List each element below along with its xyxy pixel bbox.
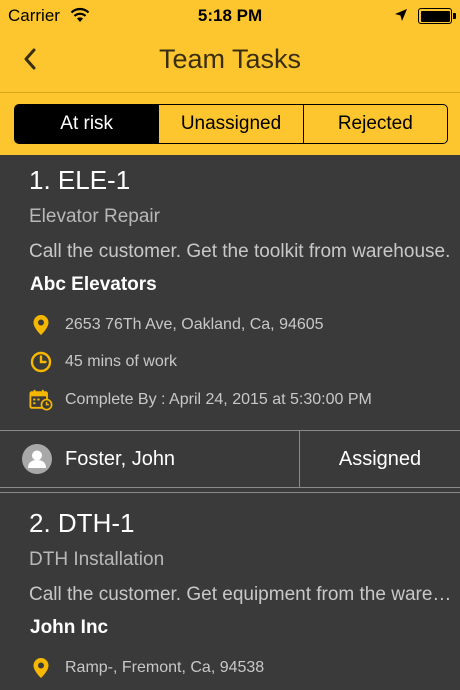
task-customer: Abc Elevators — [30, 274, 157, 295]
divider — [0, 92, 460, 93]
task-address: 2653 76Th Ave, Oakland, Ca, 94605 — [65, 316, 324, 333]
header: Carrier 5:18 PM Team Tasks At risk Unass… — [0, 0, 460, 155]
assignee-name: Foster, John — [65, 447, 176, 470]
task-description: Call the customer. Get equipment from th… — [29, 584, 454, 605]
task-customer: John Inc — [30, 617, 109, 638]
calendar-clock-icon — [29, 388, 53, 412]
tab-at-risk[interactable]: At risk — [15, 105, 159, 143]
page-title: Team Tasks — [158, 44, 302, 74]
task-address-row: Ramp-, Fremont, Ca, 94538 — [29, 656, 264, 680]
task-duration: 45 mins of work — [65, 353, 178, 370]
task-duration-row: 45 mins of work — [29, 350, 177, 374]
task-address-row: 2653 76Th Ave, Oakland, Ca, 94605 — [29, 313, 324, 337]
task-address: Ramp-, Fremont, Ca, 94538 — [65, 659, 265, 676]
task-description: Call the customer. Get the toolkit from … — [29, 241, 451, 262]
location-arrow-icon — [394, 7, 408, 27]
task-type: Elevator Repair — [29, 206, 160, 227]
status-time: 5:18 PM — [197, 6, 263, 25]
tab-rejected[interactable]: Rejected — [302, 105, 447, 143]
battery-icon — [418, 8, 456, 24]
task-type: DTH Installation — [29, 549, 165, 570]
location-pin-icon — [29, 313, 53, 337]
navigation-bar: Team Tasks — [0, 32, 460, 90]
task-title: 1. ELE-1 — [29, 165, 131, 195]
task-card[interactable]: 2. DTH-1 DTH Installation Call the custo… — [0, 493, 460, 690]
clock-icon — [29, 350, 53, 374]
status-bar: Carrier 5:18 PM — [0, 0, 460, 32]
avatar — [22, 444, 52, 474]
assignment-status-button[interactable]: Assigned — [300, 431, 460, 487]
task-card[interactable]: 1. ELE-1 Elevator Repair Call the custom… — [0, 155, 460, 430]
task-complete-by: Complete By : April 24, 2015 at 5:30:00 … — [65, 391, 372, 408]
assignment-bar: Foster, John Assigned — [0, 430, 460, 488]
location-pin-icon — [29, 656, 53, 680]
task-due-row: Complete By : April 24, 2015 at 5:30:00 … — [29, 388, 372, 412]
task-filter-tabs: At risk Unassigned Rejected — [14, 104, 448, 144]
task-title: 2. DTH-1 — [29, 508, 135, 538]
tab-unassigned[interactable]: Unassigned — [158, 105, 302, 143]
assignee-button[interactable]: Foster, John — [0, 431, 300, 487]
